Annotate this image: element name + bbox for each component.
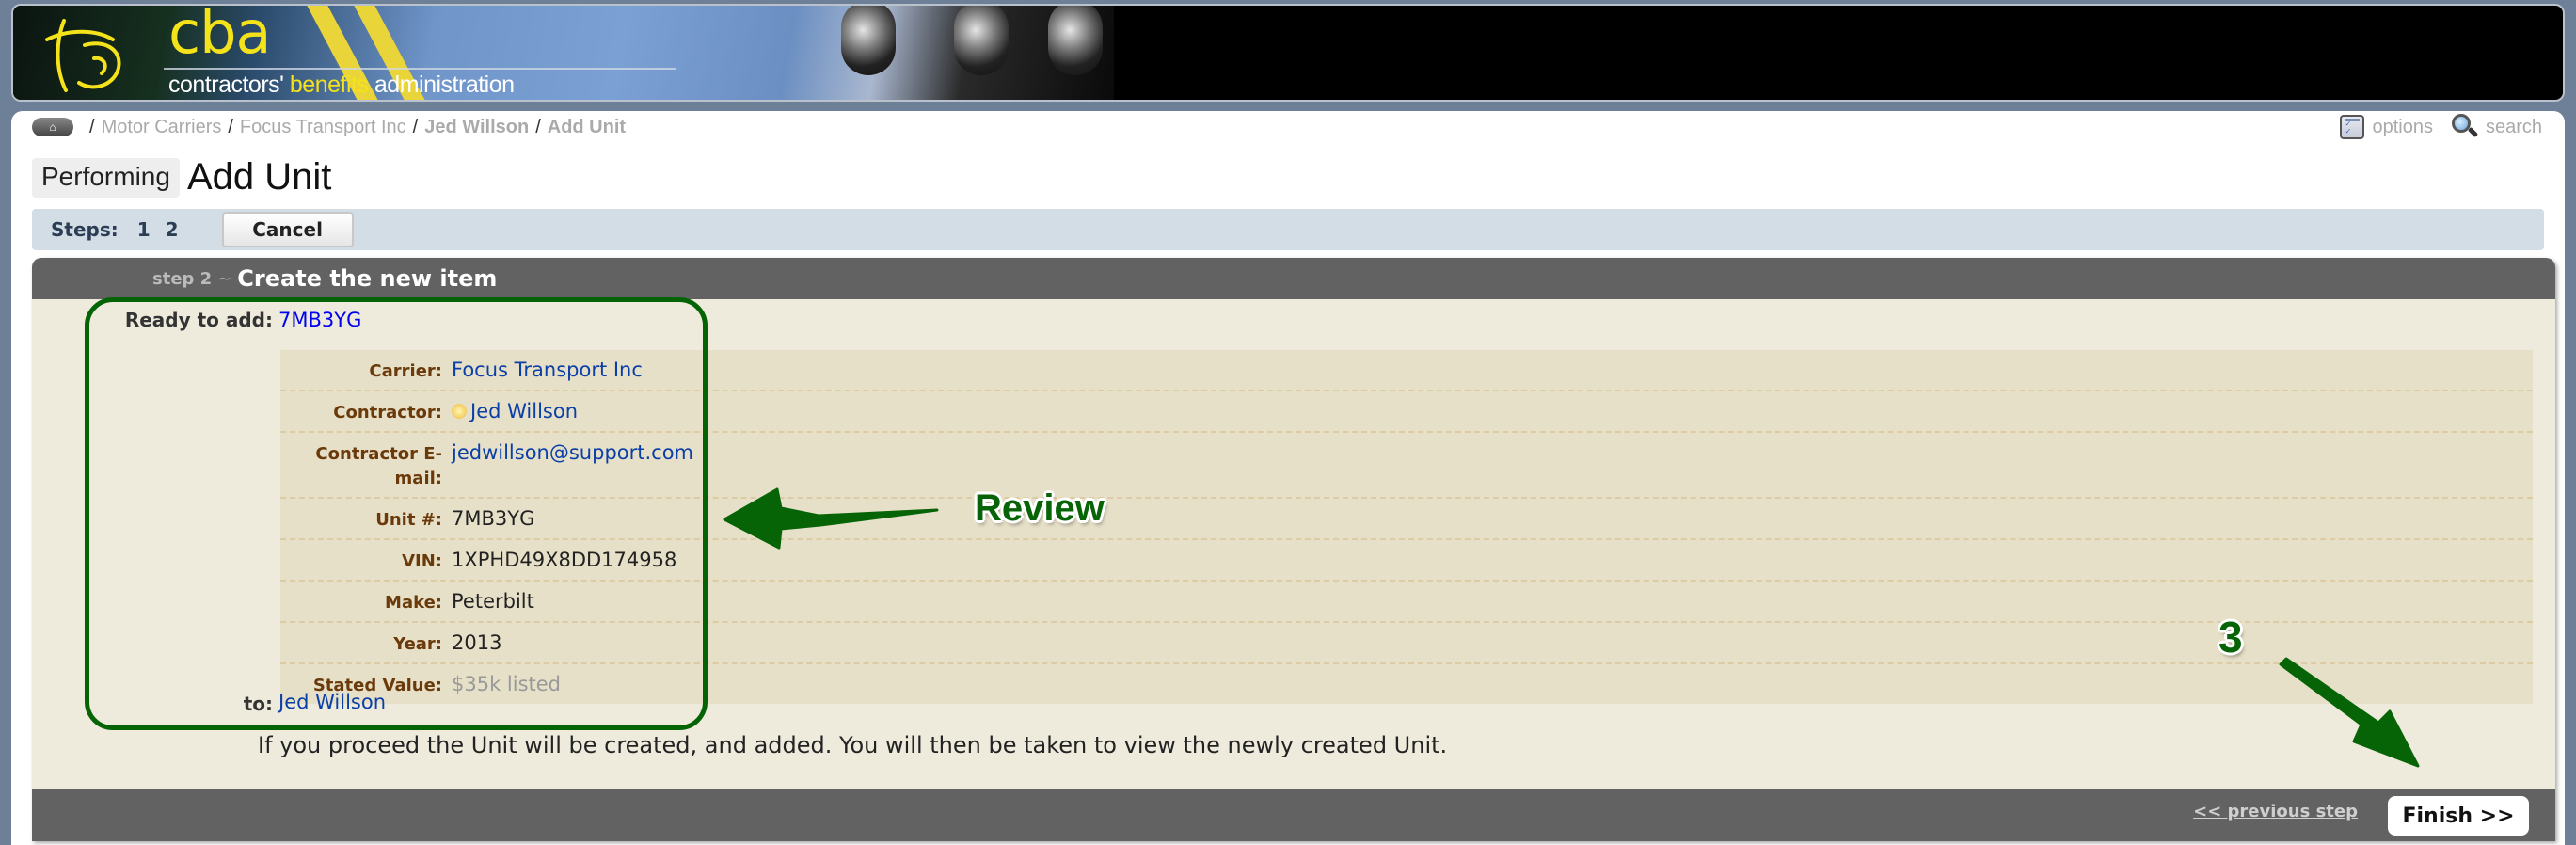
tagline-pre: contractors' — [168, 72, 290, 98]
previous-step-link[interactable]: << previous step — [2193, 802, 2358, 821]
detail-row-stated-value: Stated Value: $35k listed — [280, 664, 2533, 704]
carrier-link[interactable]: Focus Transport Inc — [452, 356, 643, 384]
breadcrumb-item-current: Add Unit — [547, 116, 627, 137]
step-3-annotation: 3 — [2218, 613, 2243, 662]
breadcrumb-separator: / — [535, 116, 541, 137]
review-annotation: Review — [975, 487, 1105, 529]
page-title: Add Unit — [186, 156, 332, 198]
to-contractor-link[interactable]: Jed Willson — [278, 691, 386, 713]
performing-badge: Performing — [32, 158, 180, 198]
wizard-panel: step 2 ~ Create the new item Ready to ad… — [32, 258, 2555, 841]
detail-row-year: Year: 2013 — [280, 623, 2533, 664]
tagline-highlight: benefits — [289, 72, 369, 98]
home-icon: ⌂ — [49, 120, 56, 134]
detail-label: Year: — [393, 634, 442, 654]
ready-to-add-label: Ready to add: — [124, 309, 273, 331]
search-icon[interactable] — [2451, 114, 2479, 140]
main-panel: ⌂ / Motor Carriers / Focus Transport Inc… — [11, 111, 2565, 845]
detail-label: Make: — [385, 593, 442, 613]
search-link[interactable]: search — [2486, 117, 2542, 138]
proceed-message: If you proceed the Unit will be created,… — [258, 732, 1448, 758]
detail-label: Contractor E-mail: — [315, 444, 442, 488]
options-icon[interactable] — [2340, 115, 2365, 139]
stated-value: $35k listed — [452, 673, 562, 695]
to-label: to: — [243, 693, 273, 715]
steps-label: Steps: — [51, 218, 119, 241]
ready-to-add-value[interactable]: 7MB3YG — [278, 309, 361, 331]
breadcrumb: ⌂ / Motor Carriers / Focus Transport Inc… — [32, 111, 626, 143]
detail-label: VIN: — [402, 551, 442, 571]
detail-row-email: Contractor E-mail: jedwillson@support.co… — [280, 433, 2533, 499]
top-tools: options search — [2340, 111, 2542, 143]
unit-details-table: Carrier: Focus Transport Inc Contractor:… — [280, 350, 2533, 704]
tagline-post: administration — [368, 72, 515, 98]
detail-row-contractor: Contractor: Jed Willson — [280, 391, 2533, 433]
cba-logo-icon — [45, 19, 121, 92]
make-value: Peterbilt — [452, 590, 534, 613]
logo-divider — [164, 68, 676, 70]
home-button[interactable]: ⌂ — [32, 118, 73, 136]
truck-wheel — [954, 6, 1009, 75]
status-dot-icon — [452, 404, 467, 419]
detail-label: Contractor: — [333, 403, 442, 422]
wizard-footer: << previous step Finish >> — [32, 789, 2555, 841]
page-title-row: Performing Add Unit — [32, 158, 331, 198]
contractor-link[interactable]: Jed Willson — [470, 400, 578, 422]
wizard-step-label: step 2 — [152, 268, 213, 289]
options-link[interactable]: options — [2372, 117, 2433, 138]
logo-text: cba — [168, 4, 271, 67]
truck-wheel — [841, 6, 896, 75]
wizard-title: Create the new item — [237, 265, 498, 292]
step-2-link[interactable]: 2 — [166, 218, 179, 241]
unit-number-value: 7MB3YG — [452, 507, 535, 530]
breadcrumb-item-motor-carriers[interactable]: Motor Carriers — [102, 117, 222, 138]
cancel-button[interactable]: Cancel — [221, 212, 354, 247]
logo-tagline: contractors' benefits administration — [168, 72, 515, 99]
truck-wheel — [1048, 6, 1103, 75]
detail-row-unit: Unit #: 7MB3YG — [280, 499, 2533, 540]
wizard-header: step 2 ~ Create the new item — [32, 258, 2555, 299]
vin-value: 1XPHD49X8DD174958 — [452, 549, 677, 571]
detail-row-carrier: Carrier: Focus Transport Inc — [280, 350, 2533, 391]
breadcrumb-item-carrier[interactable]: Focus Transport Inc — [240, 117, 406, 138]
step-1-link[interactable]: 1 — [137, 218, 151, 241]
breadcrumb-item-contractor[interactable]: Jed Willson — [424, 117, 529, 138]
detail-label: Unit #: — [375, 510, 442, 530]
year-value: 2013 — [452, 631, 502, 654]
wizard-separator: ~ — [217, 268, 232, 289]
detail-row-vin: VIN: 1XPHD49X8DD174958 — [280, 540, 2533, 582]
email-link[interactable]: jedwillson@support.com — [452, 438, 693, 491]
breadcrumb-separator: / — [89, 116, 95, 137]
header-banner: cba contractors' benefits administration — [11, 4, 2565, 102]
breadcrumb-separator: / — [412, 116, 419, 137]
steps-bar: Steps: 1 2 Cancel — [32, 209, 2544, 250]
detail-row-make: Make: Peterbilt — [280, 582, 2533, 623]
breadcrumb-separator: / — [228, 116, 233, 137]
contractor-value[interactable]: Jed Willson — [452, 397, 578, 425]
finish-button[interactable]: Finish >> — [2388, 796, 2529, 836]
detail-label: Carrier: — [369, 361, 442, 381]
